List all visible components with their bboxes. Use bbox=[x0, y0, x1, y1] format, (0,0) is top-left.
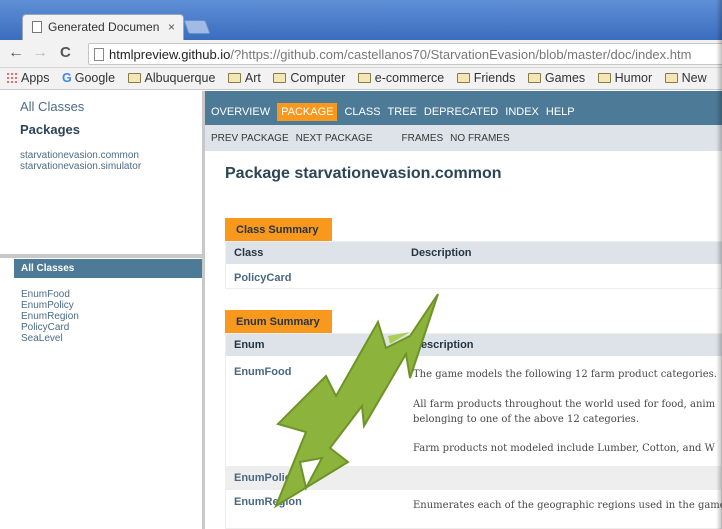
enumregion-description: Enumerates each of the geographic region… bbox=[413, 500, 722, 511]
page-icon bbox=[32, 21, 42, 33]
bookmarks-bar: Apps G Google Albuquerque Art Computer e-… bbox=[0, 68, 722, 90]
url-host: htmlpreview.github.io bbox=[109, 47, 231, 62]
folder-icon bbox=[527, 73, 541, 83]
back-button[interactable]: ← bbox=[8, 44, 24, 62]
bookmark-e-commerce[interactable]: e-commerce bbox=[357, 71, 444, 85]
bookmark-new[interactable]: New bbox=[664, 71, 707, 85]
folder-icon bbox=[227, 73, 241, 83]
package-list: starvationevasion.common starvationevasi… bbox=[20, 150, 202, 172]
bookmark-art[interactable]: Art bbox=[227, 71, 261, 85]
class-list: EnumFood EnumPolicy EnumRegion PolicyCar… bbox=[21, 289, 79, 344]
nav-class[interactable]: CLASS bbox=[344, 106, 380, 118]
bookmark-friends[interactable]: Friends bbox=[456, 71, 515, 85]
google-icon: G bbox=[61, 71, 72, 85]
nav-tree[interactable]: TREE bbox=[388, 106, 417, 118]
class-link-policycard[interactable]: PolicyCard bbox=[21, 322, 79, 333]
nav-package-active[interactable]: PACKAGE bbox=[277, 103, 338, 121]
folder-icon bbox=[357, 73, 371, 83]
page-icon bbox=[94, 48, 104, 61]
enumfood-description-line: Farm products not modeled include Lumber… bbox=[413, 443, 715, 454]
sub-nav-bar: PREV PACKAGE NEXT PACKAGE FRAMES NO FRAMES bbox=[205, 125, 722, 151]
class-link-policycard[interactable]: PolicyCard bbox=[234, 272, 291, 284]
bookmark-google[interactable]: G Google bbox=[62, 71, 115, 85]
class-summary-header: Class Description bbox=[226, 242, 722, 264]
package-link-common[interactable]: starvationevasion.common bbox=[20, 150, 202, 161]
class-summary-caption: Class Summary bbox=[225, 218, 332, 241]
no-frames-link[interactable]: NO FRAMES bbox=[450, 133, 509, 144]
lightning-arrow-icon bbox=[273, 293, 439, 509]
bookmark-albuquerque[interactable]: Albuquerque bbox=[127, 71, 215, 85]
all-classes-link[interactable]: All Classes bbox=[20, 99, 202, 114]
bookmark-apps[interactable]: Apps bbox=[6, 71, 50, 85]
window-shadow bbox=[716, 0, 722, 529]
nav-deprecated[interactable]: DEPRECATED bbox=[424, 106, 498, 118]
top-nav-bar: OVERVIEW PACKAGE CLASS TREE DEPRECATED INDEX H… bbox=[205, 91, 722, 125]
folder-icon bbox=[273, 73, 287, 83]
packages-frame: All Classes Packages starvationevasion.c… bbox=[0, 91, 202, 254]
package-link-simulator[interactable]: starvationevasion.simulator bbox=[20, 161, 202, 172]
close-tab-icon[interactable]: × bbox=[168, 20, 175, 34]
address-bar[interactable]: htmlpreview.github.io/?https://github.co… bbox=[88, 43, 722, 65]
url-path: /?https://github.com/castellanos70/Starv… bbox=[230, 47, 692, 62]
table-row: PolicyCard bbox=[226, 264, 722, 290]
bookmark-games[interactable]: Games bbox=[527, 71, 585, 85]
browser-tab[interactable]: Generated Documen × bbox=[22, 14, 184, 40]
page-title: Package starvationevasion.common bbox=[225, 165, 502, 182]
prev-package-link[interactable]: PREV PACKAGE bbox=[211, 133, 289, 144]
folder-icon bbox=[597, 73, 611, 83]
column-header-class: Class bbox=[234, 247, 264, 259]
folder-icon bbox=[664, 73, 678, 83]
class-link-sealevel[interactable]: SeaLevel bbox=[21, 333, 79, 344]
bookmark-computer[interactable]: Computer bbox=[273, 71, 345, 85]
tab-title: Generated Documen bbox=[48, 20, 160, 34]
class-summary-table: Class Description PolicyCard bbox=[225, 241, 722, 289]
forward-button[interactable]: → bbox=[32, 44, 48, 62]
reload-button[interactable]: C bbox=[60, 44, 71, 61]
apps-grid-icon bbox=[6, 72, 17, 83]
packages-heading: Packages bbox=[20, 122, 80, 137]
nav-help[interactable]: HELP bbox=[546, 106, 575, 118]
column-header-description: Description bbox=[411, 247, 472, 259]
folder-icon bbox=[127, 73, 141, 83]
enumfood-description-line: belonging to one of the above 12 categor… bbox=[413, 414, 639, 425]
new-tab-button[interactable] bbox=[183, 20, 211, 34]
all-classes-header: All Classes bbox=[14, 259, 202, 278]
frames-link[interactable]: FRAMES bbox=[402, 133, 444, 144]
tab-strip: Generated Documen × bbox=[0, 0, 722, 40]
next-package-link[interactable]: NEXT PACKAGE bbox=[296, 133, 373, 144]
class-link-enumpolicy[interactable]: EnumPolicy bbox=[21, 300, 79, 311]
folder-icon bbox=[456, 73, 470, 83]
enumfood-description-line: All farm products throughout the world u… bbox=[413, 399, 716, 410]
left-frame: All Classes Packages starvationevasion.c… bbox=[0, 91, 205, 529]
browser-toolbar: ← → C htmlpreview.github.io/?https://git… bbox=[0, 40, 722, 68]
bookmark-humor[interactable]: Humor bbox=[597, 71, 652, 85]
class-link-enumregion[interactable]: EnumRegion bbox=[21, 311, 79, 322]
enumfood-description-line: The game models the following 12 farm pr… bbox=[413, 369, 717, 380]
nav-index[interactable]: INDEX bbox=[505, 106, 539, 118]
class-link-enumfood[interactable]: EnumFood bbox=[21, 289, 79, 300]
nav-overview[interactable]: OVERVIEW bbox=[211, 106, 270, 118]
frame-divider[interactable] bbox=[0, 254, 202, 258]
